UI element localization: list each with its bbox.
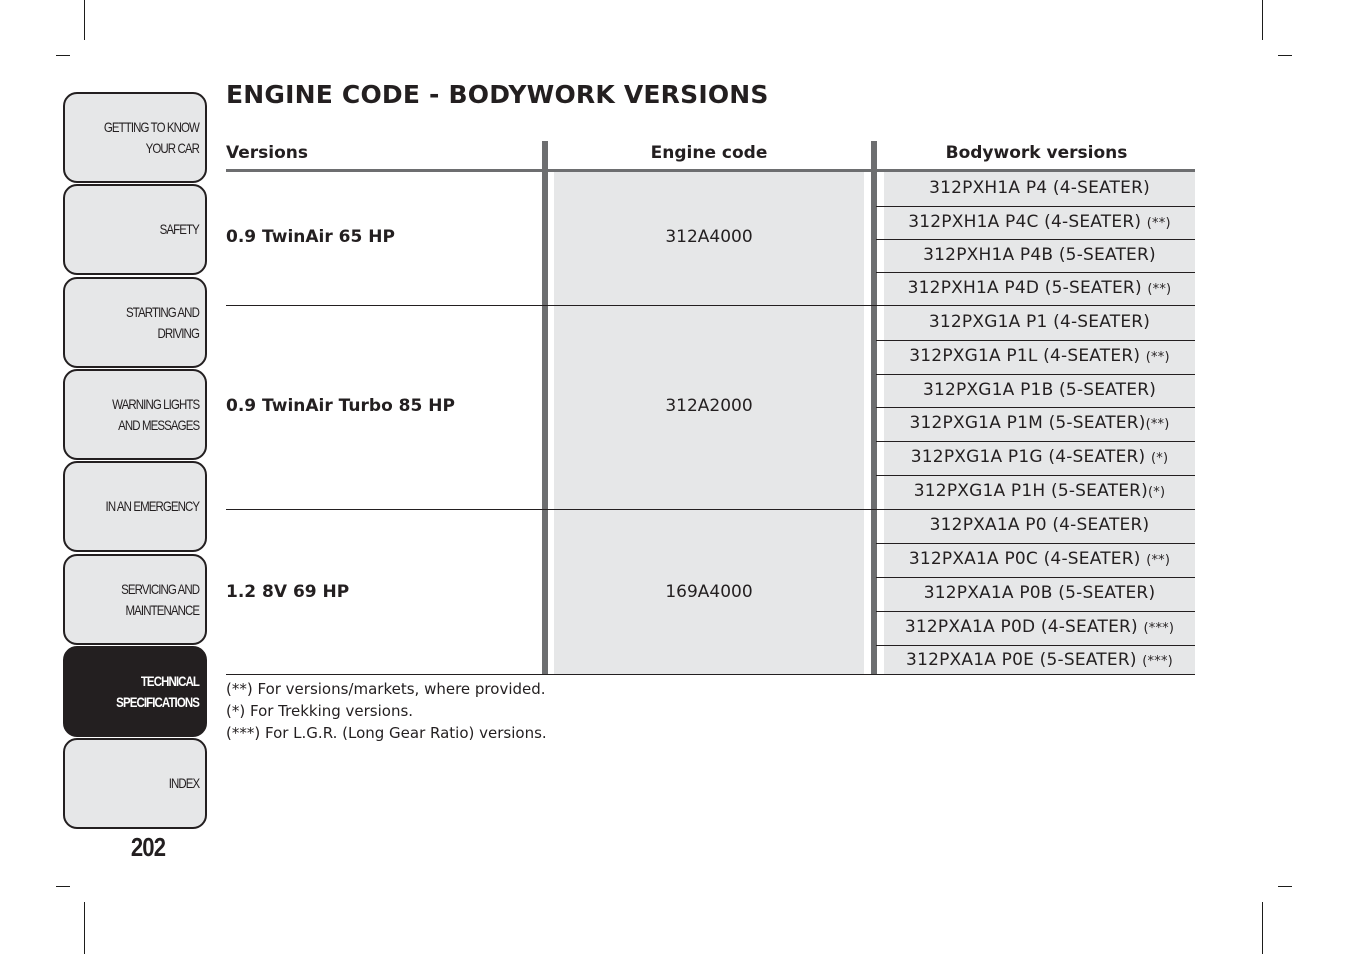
footnote-ref: (*)	[1150, 451, 1169, 466]
crop-mark	[84, 902, 85, 954]
bodywork-code: 312PXG1A P1M (5-SEATER)	[909, 413, 1146, 433]
crop-mark	[1262, 0, 1263, 40]
bodywork-code: 312PXH1A P4C (4-SEATER)	[908, 212, 1147, 232]
page-title: ENGINE CODE - BODYWORK VERSIONS	[226, 80, 769, 109]
bodywork-code: 312PXG1A P1G (4-SEATER)	[910, 447, 1151, 467]
engine-code-value: 169A4000	[665, 582, 753, 602]
footnote-ref: (**)	[1145, 417, 1170, 432]
footnote: (**) For versions/markets, where provide…	[226, 680, 546, 698]
crop-mark	[84, 0, 85, 40]
tab-servicing-and-maintenance[interactable]: SERVICING AND MAINTENANCE	[63, 554, 207, 645]
bodywork-row: 312PXH1A P4 (4-SEATER)	[884, 172, 1195, 205]
bodywork-code: 312PXH1A P4B (5-SEATER)	[923, 245, 1156, 265]
bodywork-row: 312PXG1A P1H (5-SEATER)(*)	[884, 475, 1195, 508]
tab-label: STARTING AND DRIVING	[126, 303, 200, 341]
bodywork-row: 312PXG1A P1M (5-SEATER)(**)	[884, 407, 1195, 440]
bodywork-row: 312PXH1A P4B (5-SEATER)	[884, 239, 1195, 272]
bodywork-row: 312PXA1A P0E (5-SEATER) (***)	[884, 645, 1195, 674]
bodywork-row: 312PXG1A P1L (4-SEATER) (**)	[884, 340, 1195, 373]
footnote-ref: (**)	[1146, 216, 1171, 231]
bodywork-code: 312PXA1A P0 (4-SEATER)	[929, 515, 1150, 535]
footnote-ref: (**)	[1146, 553, 1171, 568]
bodywork-code: 312PXA1A P0C (4-SEATER)	[908, 549, 1147, 569]
tab-safety[interactable]: SAFETY	[63, 184, 207, 275]
tab-label: IN AN EMERGENCY	[105, 498, 200, 514]
crop-mark	[1278, 55, 1292, 56]
tab-label: SERVICING AND MAINTENANCE	[120, 580, 200, 618]
footnote-ref: (**)	[1147, 282, 1172, 297]
engine-bodywork-table: Versions Engine code Bodywork versions 0…	[226, 141, 1195, 681]
crop-mark	[1278, 886, 1292, 887]
tab-label: INDEX	[168, 775, 199, 791]
bodywork-code: 312PXG1A P1H (5-SEATER)	[913, 481, 1148, 501]
version-label: 1.2 8V 69 HP	[226, 582, 350, 602]
version-label: 0.9 TwinAir Turbo 85 HP	[226, 396, 455, 416]
engine-code-value: 312A2000	[665, 396, 753, 416]
page-number: 202	[130, 832, 166, 862]
header-engine-code: Engine code	[650, 143, 768, 163]
tab-in-an-emergency[interactable]: IN AN EMERGENCY	[63, 461, 207, 552]
bodywork-row: 312PXA1A P0C (4-SEATER) (**)	[884, 543, 1195, 576]
bodywork-code: 312PXA1A P0B (5-SEATER)	[923, 583, 1156, 603]
footnote: (***) For L.G.R. (Long Gear Ratio) versi…	[226, 724, 547, 742]
bodywork-code: 312PXA1A P0E (5-SEATER)	[906, 650, 1143, 670]
bodywork-row: 312PXA1A P0 (4-SEATER)	[884, 509, 1195, 542]
table-bottom-line	[226, 674, 1195, 675]
tab-warning-lights-and-messages[interactable]: WARNING LIGHTS AND MESSAGES	[63, 369, 207, 460]
bodywork-row: 312PXA1A P0D (4-SEATER) (***)	[884, 611, 1195, 644]
bodywork-code: 312PXH1A P4 (4-SEATER)	[929, 178, 1150, 198]
column-divider	[542, 141, 548, 674]
crop-mark	[56, 55, 70, 56]
footnote-ref: (***)	[1143, 621, 1175, 636]
bodywork-row: 312PXG1A P1B (5-SEATER)	[884, 374, 1195, 407]
version-label: 0.9 TwinAir 65 HP	[226, 227, 395, 247]
header-bodywork-versions: Bodywork versions	[945, 143, 1128, 163]
tab-label: SAFETY	[159, 221, 200, 237]
footnote-ref: (***)	[1142, 654, 1173, 669]
bodywork-code: 312PXA1A P0D (4-SEATER)	[904, 617, 1144, 637]
tab-label: WARNING LIGHTS AND MESSAGES	[111, 395, 200, 433]
bodywork-row: 312PXH1A P4C (4-SEATER) (**)	[884, 206, 1195, 239]
header-versions: Versions	[226, 143, 308, 163]
footnotes: (**) For versions/markets, where provide…	[226, 678, 547, 744]
crop-mark	[1262, 902, 1263, 954]
bodywork-code: 312PXG1A P1 (4-SEATER)	[928, 312, 1151, 332]
bodywork-code: 312PXG1A P1L (4-SEATER)	[909, 346, 1146, 366]
bodywork-row: 312PXH1A P4D (5-SEATER) (**)	[884, 272, 1195, 305]
tab-technical-specifications[interactable]: TECHNICAL SPECIFICATIONS	[63, 646, 207, 737]
footnote: (*) For Trekking versions.	[226, 702, 414, 720]
footnote-ref: (**)	[1145, 350, 1170, 365]
engine-code-value: 312A4000	[665, 227, 753, 247]
tab-starting-and-driving[interactable]: STARTING AND DRIVING	[63, 277, 207, 368]
crop-mark	[56, 886, 70, 887]
tab-label: GETTING TO KNOW YOUR CAR	[103, 118, 200, 156]
tab-getting-to-know-your-car[interactable]: GETTING TO KNOW YOUR CAR	[63, 92, 207, 183]
tab-label: TECHNICAL SPECIFICATIONS	[116, 672, 200, 710]
footnote-ref: (*)	[1147, 485, 1166, 500]
bodywork-code: 312PXH1A P4D (5-SEATER)	[907, 278, 1148, 298]
bodywork-row: 312PXG1A P1 (4-SEATER)	[884, 306, 1195, 339]
tab-index[interactable]: INDEX	[63, 738, 207, 829]
bodywork-row: 312PXA1A P0B (5-SEATER)	[884, 577, 1195, 610]
bodywork-code: 312PXG1A P1B (5-SEATER)	[922, 380, 1157, 400]
bodywork-row: 312PXG1A P1G (4-SEATER) (*)	[884, 441, 1195, 474]
